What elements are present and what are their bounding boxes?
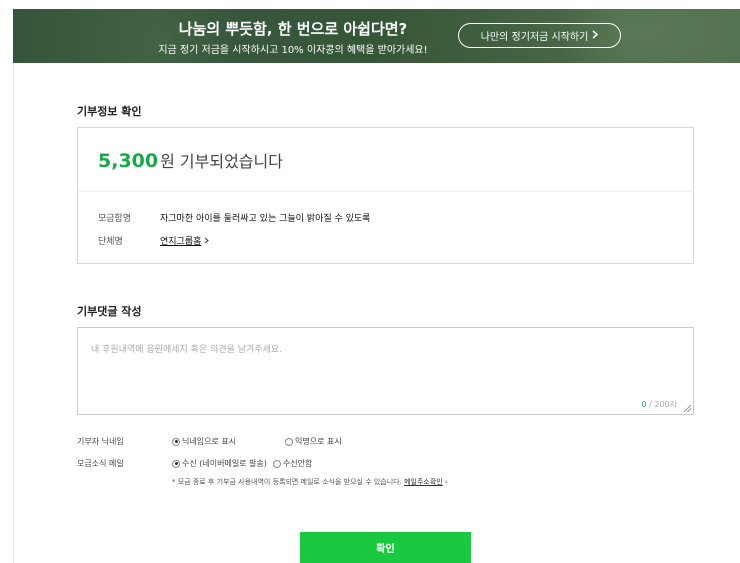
donation-amount: 5,300 원 기부되었습니다 [98,148,283,172]
nickname-opt2-label: 익명으로 표시 [295,437,342,446]
start-savings-button[interactable]: 나만의 정기저금 시작하기 [458,23,621,48]
info-divider [78,191,693,192]
promo-banner[interactable]: 나눔의 뿌듯함, 한 번으로 아쉽다면? 지금 정기 저금을 시작하시고 10%… [13,9,740,63]
comment-textarea[interactable]: 내 후원내역에 응원메세지 혹은 의견을 남겨주세요. 0 / 200자 [77,327,694,415]
arrow-link-icon: › [444,478,448,486]
check-email-link[interactable]: 메일주소확인 [404,478,443,486]
radio-selected-icon[interactable] [172,437,180,446]
mail-label: 모금소식 메일 [77,459,124,468]
char-count-current: 0 [641,400,647,409]
nickname-label: 기부자 닉네임 [77,437,124,446]
mail-note-text: * 모금 종료 후 기부금 사용내역이 등록되면 메일로 소식을 받으실 수 있… [172,478,402,486]
org-name[interactable]: 연지그룹홈 [160,237,201,247]
campaign-label: 모금함명 [98,214,132,224]
chevron-right-icon [592,29,599,42]
char-count-max: / 200자 [649,400,677,409]
comment-placeholder: 내 후원내역에 응원메세지 혹은 의견을 남겨주세요. [91,345,283,355]
donation-info-box: 5,300 원 기부되었습니다 모금함명 자그마한 아이를 둘러싸고 있는 그늘… [77,127,694,264]
mail-opt2-label: 수신안함 [282,459,313,468]
amount-number: 5,300 [98,150,159,172]
campaign-row: 모금함명 자그마한 아이를 둘러싸고 있는 그늘이 밝아질 수 있도록 [98,211,370,224]
nickname-radio-show[interactable]: 닉네임으로 표시 [172,436,275,447]
donation-info-title: 기부정보 확인 [77,105,142,118]
mail-note: * 모금 종료 후 기부금 사용내역이 등록되면 메일로 소식을 받으실 수 있… [172,477,448,487]
org-link[interactable]: 연지그룹홈 [160,234,210,247]
radio-unselected-icon[interactable] [272,459,281,468]
mail-radio-receive[interactable]: 수신 (네이버메일로 발송) [172,458,267,469]
mail-option-row: 모금소식 메일 수신 (네이버메일로 발송) 수신안함 [77,458,322,469]
resize-handle-icon[interactable] [684,405,691,412]
amount-suffix: 원 기부되었습니다 [160,152,283,171]
arrow-link-icon [204,237,210,247]
comment-section-title: 기부댓글 작성 [77,305,142,318]
org-label: 단체명 [98,237,123,247]
radio-unselected-icon[interactable] [285,437,293,446]
campaign-value: 자그마한 아이를 둘러싸고 있는 그늘이 밝아질 수 있도록 [160,214,371,224]
nickname-option-row: 기부자 닉네임 닉네임으로 표시 익명으로 표시 [77,436,352,447]
mail-radio-decline[interactable]: 수신안함 [272,458,313,469]
char-counter: 0 / 200자 [641,399,677,410]
nickname-opt1-label: 닉네임으로 표시 [182,437,237,446]
radio-selected-icon[interactable] [172,459,180,468]
mail-opt1-label: 수신 (네이버메일로 발송) [182,459,267,468]
left-divider [13,63,14,563]
org-row: 단체명 연지그룹홈 [98,234,210,247]
confirm-button[interactable]: 확인 [300,532,471,563]
nickname-radio-anon[interactable]: 익명으로 표시 [285,436,342,447]
start-savings-label: 나만의 정기저금 시작하기 [480,32,589,43]
